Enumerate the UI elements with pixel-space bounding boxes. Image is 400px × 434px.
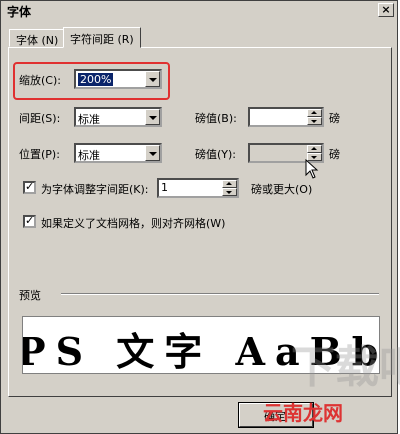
spin-up-button[interactable] (307, 145, 322, 153)
spin-up-button[interactable] (307, 109, 322, 117)
preview-divider (61, 293, 379, 295)
close-button[interactable]: × (378, 3, 394, 17)
spinner-icon (307, 109, 322, 125)
checkmark-icon: ✓ (25, 214, 35, 227)
position-label: 位置(P): (19, 148, 60, 161)
spacing-pt-label: 磅值(B): (195, 112, 237, 125)
tab-font[interactable]: 字体 (N) (9, 29, 66, 47)
spin-down-button[interactable] (222, 188, 237, 196)
spin-down-button[interactable] (307, 117, 322, 125)
watermark-background-text: 下载吧 (291, 342, 400, 393)
tab-character-spacing-label: 字符间距 (R) (70, 33, 134, 46)
mouse-cursor-icon (305, 159, 319, 179)
position-pt-label: 磅值(Y): (195, 148, 237, 161)
kerning-checkbox[interactable]: ✓ (23, 180, 36, 194)
dialog-title: 字体 (7, 5, 32, 19)
spacing-select[interactable]: 标准 (74, 107, 162, 127)
title-bar: 字体 × (1, 1, 397, 19)
chevron-down-icon[interactable] (145, 145, 160, 161)
kerning-stepper[interactable]: 1 (157, 178, 239, 198)
checkmark-icon: ✓ (25, 180, 35, 193)
scale-label: 缩放(C): (19, 74, 61, 87)
tab-character-spacing[interactable]: 字符间距 (R) (63, 27, 141, 48)
position-select[interactable]: 标准 (74, 143, 162, 163)
chevron-down-icon[interactable] (145, 71, 160, 87)
kerning-value: 1 (161, 181, 168, 194)
spacing-pt-unit: 磅 (329, 112, 340, 125)
tab-font-label: 字体 (N) (16, 34, 59, 47)
font-dialog: 字体 × 字体 (N) 字符间距 (R) 缩放(C): 200% 间距(S): … (0, 0, 400, 434)
grid-checkbox[interactable]: ✓ (23, 214, 36, 228)
spinner-icon (222, 180, 237, 196)
chevron-down-icon[interactable] (145, 109, 160, 125)
watermark-text: 云南龙网 (263, 401, 343, 425)
close-icon: × (381, 3, 391, 16)
preview-label: 预览 (19, 289, 41, 302)
spacing-label: 间距(S): (19, 112, 61, 125)
spacing-value: 标准 (78, 113, 100, 126)
spacing-pt-stepper[interactable] (248, 107, 324, 127)
position-value: 标准 (78, 149, 100, 162)
position-pt-unit: 磅 (329, 148, 340, 161)
kerning-label: 为字体调整字间距(K): (41, 183, 149, 196)
scale-select[interactable]: 200% (74, 69, 162, 89)
kerning-suffix: 磅或更大(O) (251, 183, 313, 196)
spin-up-button[interactable] (222, 180, 237, 188)
scale-value: 200% (78, 73, 114, 86)
grid-label: 如果定义了文档网格，则对齐网格(W) (41, 217, 226, 230)
